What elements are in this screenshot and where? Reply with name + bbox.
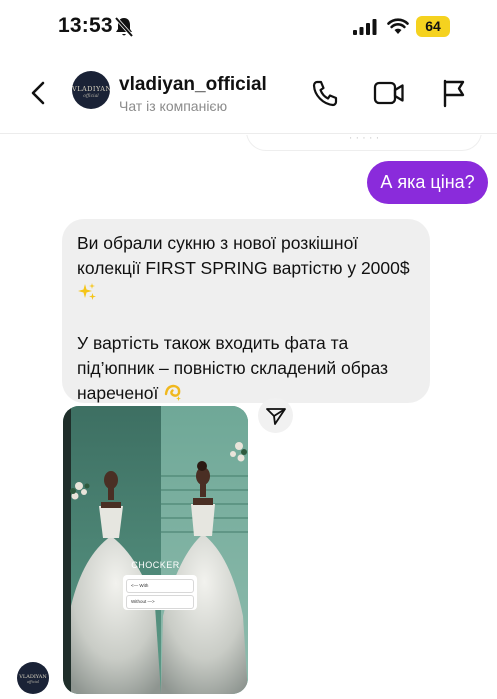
- send-icon: [266, 408, 286, 425]
- sparkles-icon: [78, 283, 96, 300]
- message-paragraph: У вартість також входить фата та під’юпн…: [77, 331, 416, 406]
- avatar-logo-sub: official: [27, 680, 39, 684]
- contact-name[interactable]: vladiyan_official: [119, 74, 267, 96]
- flag-icon: [443, 79, 465, 108]
- outgoing-message[interactable]: А яка ціна?: [367, 161, 488, 204]
- sender-avatar[interactable]: VLADIYAN official: [17, 662, 49, 694]
- status-time: 13:53: [58, 14, 113, 37]
- shared-post[interactable]: CHOCKER <— With Without —>: [63, 406, 248, 694]
- back-icon: [31, 81, 45, 105]
- avatar-logo-sub: official: [83, 94, 99, 99]
- message-text: У вартість також входить фата та під’юпн…: [77, 333, 389, 403]
- battery-icon: 64: [416, 16, 450, 37]
- dizzy-icon: [165, 384, 182, 401]
- message-list[interactable]: · · · · · А яка ціна? Ви обрали сукню з …: [0, 135, 497, 699]
- message-text: Ви обрали сукню з нової розкішної колекц…: [77, 233, 410, 278]
- poll-option: <— With: [126, 579, 194, 593]
- video-call-button[interactable]: [373, 80, 405, 106]
- wifi-icon: [387, 17, 409, 35]
- story-poll: <— With Without —>: [123, 575, 197, 610]
- phone-icon: [312, 80, 338, 107]
- message-paragraph: Ви обрали сукню з нової розкішної колекц…: [77, 231, 416, 306]
- avatar[interactable]: VLADIYAN official: [72, 71, 110, 109]
- call-button[interactable]: [311, 78, 339, 108]
- share-button[interactable]: [258, 398, 293, 433]
- chat-header: VLADIYAN official vladiyan_official Чат …: [0, 56, 497, 134]
- status-bar: 13:53 64: [0, 0, 497, 56]
- poll-option: Without —>: [126, 595, 194, 609]
- avatar-logo: VLADIYAN: [72, 85, 110, 93]
- incoming-message[interactable]: Ви обрали сукню з нової розкішної колекц…: [62, 219, 430, 403]
- previous-message-bubble[interactable]: · · · · ·: [246, 135, 482, 151]
- video-icon: [373, 81, 404, 105]
- story-label: CHOCKER: [131, 560, 180, 570]
- back-button[interactable]: [26, 78, 54, 108]
- report-button[interactable]: [441, 78, 467, 108]
- bell-muted-icon: [114, 16, 134, 38]
- cellular-signal-icon: [353, 19, 377, 35]
- bridal-dress-photo: [63, 406, 248, 694]
- contact-subtitle: Чат із компанією: [119, 98, 228, 114]
